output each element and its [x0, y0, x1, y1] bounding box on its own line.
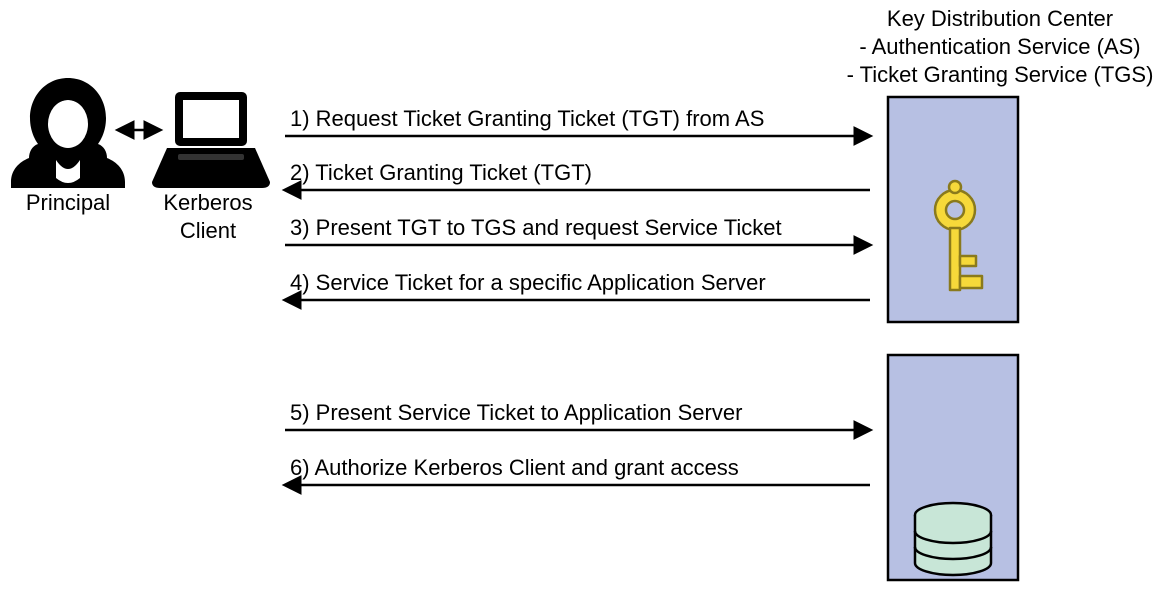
principal-icon [11, 78, 125, 188]
database-icon [915, 503, 991, 575]
diagram-svg [0, 0, 1171, 600]
laptop-icon [152, 92, 270, 188]
